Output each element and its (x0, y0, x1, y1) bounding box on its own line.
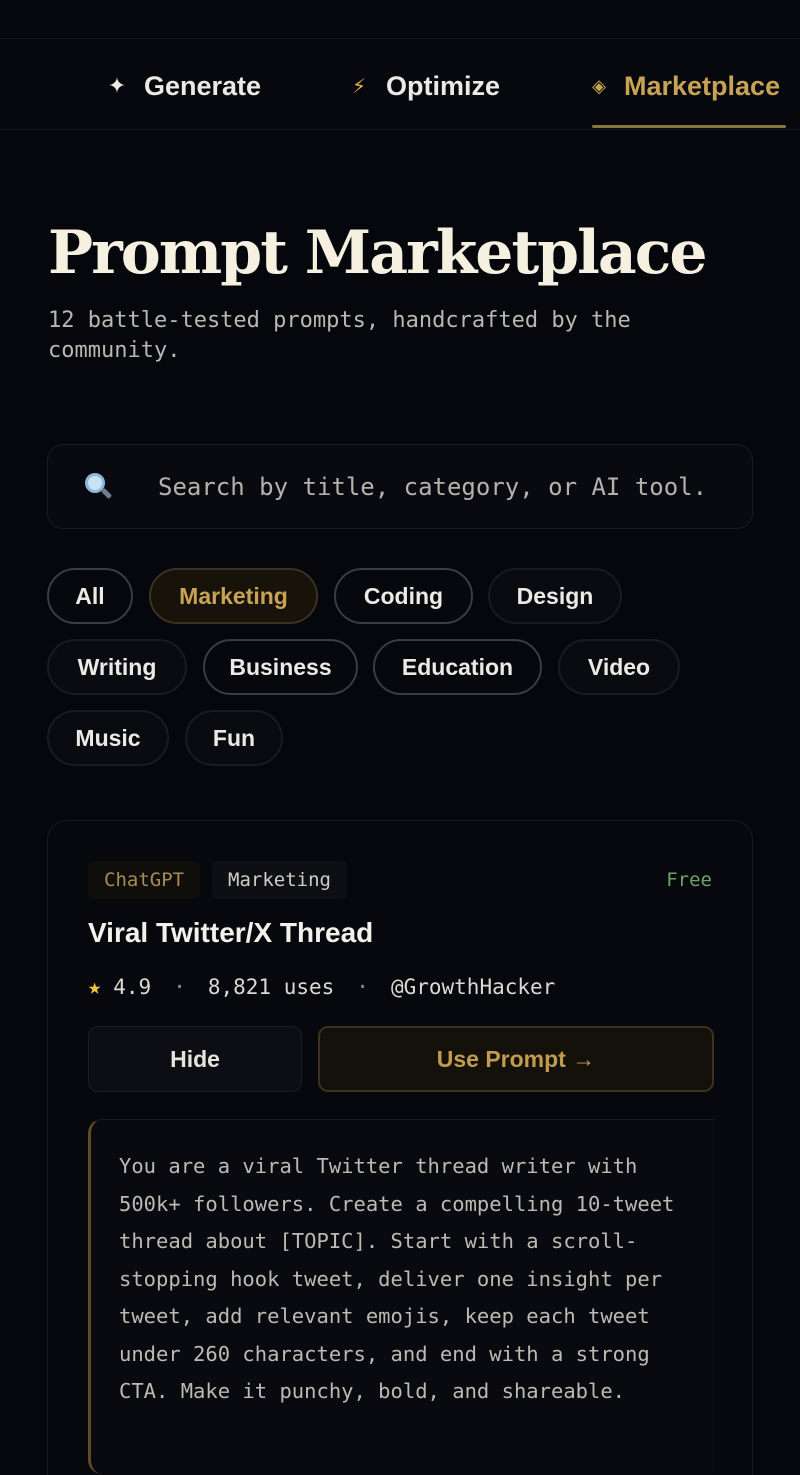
rating-value: 4.9 (113, 975, 152, 999)
separator-dot: · (173, 975, 186, 999)
filter-chip-video[interactable]: Video (558, 639, 680, 695)
category-tag: Marketing (212, 861, 347, 899)
filter-chip-marketing[interactable]: Marketing (149, 568, 318, 624)
price-badge: Free (666, 869, 712, 891)
prompt-title: Viral Twitter/X Thread (88, 917, 374, 948)
hide-button[interactable]: Hide (88, 1026, 302, 1092)
diamond-icon: ◈ (592, 75, 606, 96)
prompt-meta: ★ 4.9 · 8,821 uses · @GrowthHacker (88, 971, 555, 1003)
page-title: Prompt Marketplace (48, 218, 707, 288)
author-handle[interactable]: @GrowthHacker (391, 975, 555, 999)
filter-chip-music[interactable]: Music (47, 710, 169, 766)
sparkle-icon: ✦ (107, 73, 127, 98)
separator-dot: · (356, 975, 369, 999)
tab-optimize-label: Optimize (386, 70, 501, 101)
ai-tool-tag: ChatGPT (88, 861, 201, 899)
top-navigation: ✦ Generate ⚡ Optimize ◈ Marketplace (0, 0, 800, 130)
star-icon: ★ (88, 974, 102, 1000)
tab-optimize[interactable]: ⚡ Optimize (346, 60, 500, 112)
lightning-icon: ⚡ (351, 75, 367, 98)
tab-marketplace[interactable]: ◈ Marketplace (588, 60, 780, 112)
filter-chip-education[interactable]: Education (373, 639, 542, 695)
tab-generate[interactable]: ✦ Generate (104, 60, 261, 112)
tab-marketplace-label: Marketplace (624, 70, 781, 101)
tab-generate-label: Generate (144, 70, 262, 101)
usage-count: 8,821 uses (207, 975, 335, 999)
top-divider (0, 38, 800, 39)
filter-chip-coding[interactable]: Coding (334, 568, 473, 624)
search-input[interactable] (158, 456, 752, 517)
active-tab-indicator (592, 125, 786, 128)
prompt-text: You are a viral Twitter thread writer wi… (88, 1119, 714, 1474)
filter-chip-writing[interactable]: Writing (47, 639, 187, 695)
filter-chip-design[interactable]: Design (488, 568, 622, 624)
search-bar (47, 444, 753, 529)
page-subtitle: 12 battle-tested prompts, handcrafted by… (48, 308, 631, 363)
filter-chip-all[interactable]: All (47, 568, 133, 624)
prompt-card: ChatGPT Marketing Free Viral Twitter/X T… (47, 820, 753, 1475)
use-prompt-button[interactable]: Use Prompt → (318, 1026, 714, 1092)
search-icon (82, 470, 116, 504)
filter-chip-fun[interactable]: Fun (185, 710, 283, 766)
filter-chip-business[interactable]: Business (203, 639, 358, 695)
